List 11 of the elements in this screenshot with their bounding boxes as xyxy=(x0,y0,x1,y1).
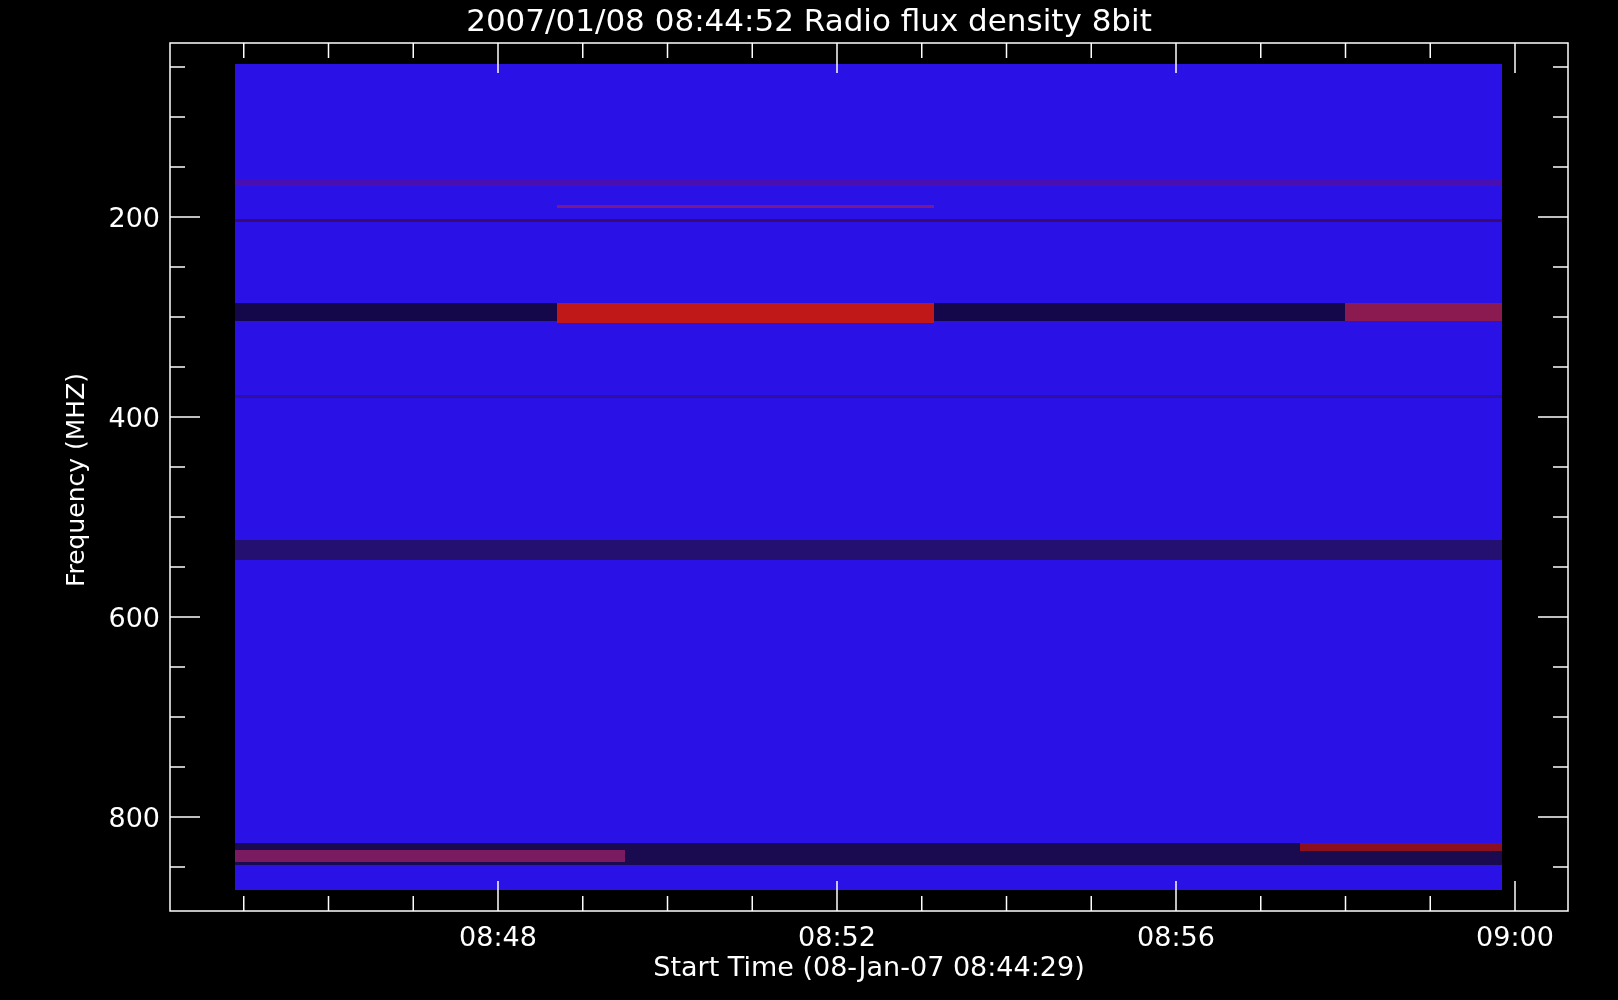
axis-tick-label: 08:56 xyxy=(1137,921,1215,952)
axis-title: Frequency (MHZ) xyxy=(61,372,90,588)
chart-title: 2007/01/08 08:44:52 Radio flux density 8bit xyxy=(466,2,1152,38)
axis-tick-label: 200 xyxy=(108,202,160,233)
axis-tick-label: 800 xyxy=(108,802,160,833)
axis-title: Start Time (08-Jan-07 08:44:29) xyxy=(653,951,1085,982)
axis-tick-label: 400 xyxy=(108,402,160,433)
axis-tick-label: 08:52 xyxy=(798,921,876,952)
axis-tick-label: 600 xyxy=(108,602,160,633)
axis-tick-label: 08:48 xyxy=(459,921,537,952)
axis-tick-label: 09:00 xyxy=(1476,921,1554,952)
